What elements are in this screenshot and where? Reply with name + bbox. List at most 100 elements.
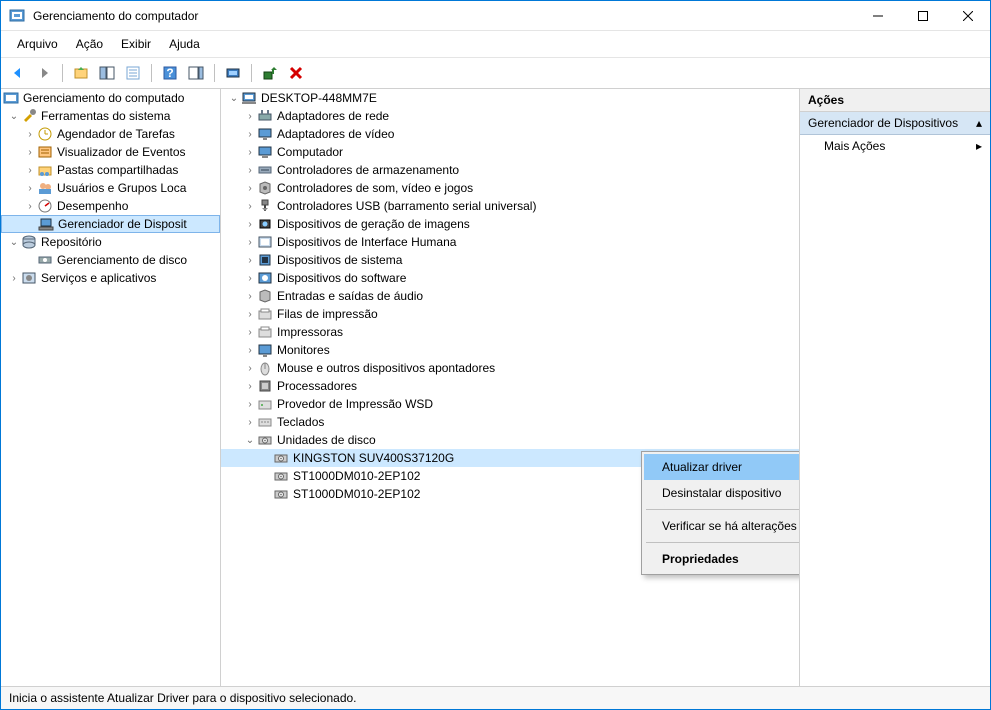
actions-section-label: Gerenciador de Dispositivos (808, 116, 958, 130)
chevron-right-icon[interactable]: › (243, 417, 257, 428)
device-category[interactable]: ›Computador (221, 143, 799, 161)
properties-button[interactable] (122, 62, 144, 84)
maximize-button[interactable] (900, 1, 945, 30)
chevron-right-icon[interactable]: › (243, 327, 257, 338)
device-category[interactable]: › Impressoras (221, 323, 799, 341)
device-category[interactable]: ›Adaptadores de rede (221, 107, 799, 125)
tree-performance[interactable]: › Desempenho (1, 197, 220, 215)
device-category-label: Impressoras (277, 325, 343, 339)
device-category[interactable]: ›Controladores de som, vídeo e jogos (221, 179, 799, 197)
ctx-uninstall-device[interactable]: Desinstalar dispositivo (644, 480, 800, 506)
device-category[interactable]: ›Dispositivos de Interface Humana (221, 233, 799, 251)
device-category[interactable]: ›Teclados (221, 413, 799, 431)
disk-icon (273, 468, 289, 484)
minimize-button[interactable] (855, 1, 900, 30)
eventviewer-icon (37, 144, 53, 160)
tree-device-manager[interactable]: Gerenciador de Disposit (1, 215, 220, 233)
device-category[interactable]: ›Filas de impressão (221, 305, 799, 323)
tree-root[interactable]: Gerenciamento do computado (1, 89, 220, 107)
scan-hardware-button[interactable] (222, 62, 244, 84)
help-button[interactable]: ? (159, 62, 181, 84)
tree-system-tools[interactable]: ⌄ Ferramentas do sistema (1, 107, 220, 125)
device-category-label: Adaptadores de vídeo (277, 127, 394, 141)
tree-users-groups[interactable]: › Usuários e Grupos Loca (1, 179, 220, 197)
ctx-properties[interactable]: Propriedades (644, 546, 800, 572)
chevron-right-icon[interactable]: › (243, 291, 257, 302)
tree-disk-management[interactable]: Gerenciamento de disco (1, 251, 220, 269)
tree-services-apps[interactable]: › Serviços e aplicativos (1, 269, 220, 287)
collapse-icon[interactable]: ▴ (976, 116, 982, 130)
update-driver-button[interactable] (259, 62, 281, 84)
tree-storage[interactable]: ⌄ Repositório (1, 233, 220, 251)
up-button[interactable] (70, 62, 92, 84)
chevron-right-icon[interactable]: › (243, 147, 257, 158)
device-category[interactable]: › Mouse e outros dispositivos apontadores (221, 359, 799, 377)
tree-eventviewer[interactable]: › Visualizador de Eventos (1, 143, 220, 161)
chevron-right-icon[interactable]: › (243, 345, 257, 356)
actions-section[interactable]: Gerenciador de Dispositivos ▴ (800, 112, 990, 135)
menu-file[interactable]: Arquivo (9, 35, 66, 53)
tree-system-tools-label: Ferramentas do sistema (41, 109, 170, 123)
category-icon (257, 162, 273, 178)
chevron-down-icon[interactable]: ⌄ (7, 237, 21, 248)
disk-icon (273, 450, 289, 466)
tree-shared-folders[interactable]: › Pastas compartilhadas (1, 161, 220, 179)
device-category[interactable]: ›Dispositivos de geração de imagens (221, 215, 799, 233)
chevron-right-icon[interactable]: › (23, 165, 37, 176)
chevron-right-icon[interactable]: › (243, 309, 257, 320)
category-icon (257, 108, 273, 124)
device-category[interactable]: ›Controladores USB (barramento serial un… (221, 197, 799, 215)
chevron-right-icon[interactable]: › (243, 381, 257, 392)
chevron-right-icon[interactable]: › (243, 183, 257, 194)
close-button[interactable] (945, 1, 990, 30)
device-category[interactable]: ›Monitores (221, 341, 799, 359)
back-button[interactable] (7, 62, 29, 84)
device-category[interactable]: ›Provedor de Impressão WSD (221, 395, 799, 413)
ctx-update-driver[interactable]: Atualizar driver (644, 454, 800, 480)
device-root[interactable]: ⌄DESKTOP-448MM7E (221, 89, 799, 107)
device-category-disks[interactable]: ⌄Unidades de disco (221, 431, 799, 449)
category-icon (257, 252, 273, 268)
chevron-right-icon[interactable]: › (243, 399, 257, 410)
actions-more[interactable]: Mais Ações ▸ (800, 135, 990, 157)
device-category[interactable]: ›Processadores (221, 377, 799, 395)
device-tree-pane[interactable]: ⌄DESKTOP-448MM7E›Adaptadores de rede›Ada… (221, 89, 800, 686)
ctx-scan-hardware[interactable]: Verificar se há alterações de hardware (644, 513, 800, 539)
chevron-right-icon[interactable]: › (243, 363, 257, 374)
device-category[interactable]: ›Entradas e saídas de áudio (221, 287, 799, 305)
show-hide-action-pane-button[interactable] (185, 62, 207, 84)
menu-action[interactable]: Ação (68, 35, 111, 53)
storage-icon (21, 234, 37, 250)
chevron-down-icon[interactable]: ⌄ (7, 111, 21, 122)
tree-scheduler[interactable]: › Agendador de Tarefas (1, 125, 220, 143)
chevron-right-icon[interactable]: › (23, 201, 37, 212)
tree-devmgr-label: Gerenciador de Disposit (58, 217, 187, 231)
chevron-down-icon[interactable]: ⌄ (227, 93, 241, 104)
chevron-right-icon[interactable]: › (7, 273, 21, 284)
chevron-right-icon[interactable]: › (243, 129, 257, 140)
chevron-right-icon[interactable]: › (243, 201, 257, 212)
tree-shared-label: Pastas compartilhadas (57, 163, 178, 177)
category-icon (257, 126, 273, 142)
chevron-right-icon[interactable]: › (23, 183, 37, 194)
chevron-down-icon[interactable]: ⌄ (243, 435, 257, 446)
chevron-right-icon[interactable]: › (243, 165, 257, 176)
forward-button[interactable] (33, 62, 55, 84)
device-category[interactable]: ›Controladores de armazenamento (221, 161, 799, 179)
uninstall-button[interactable] (285, 62, 307, 84)
device-category[interactable]: ›Dispositivos de sistema (221, 251, 799, 269)
menu-help[interactable]: Ajuda (161, 35, 208, 53)
chevron-right-icon[interactable]: › (23, 129, 37, 140)
chevron-right-icon[interactable]: › (243, 255, 257, 266)
chevron-right-icon[interactable]: › (243, 237, 257, 248)
menu-view[interactable]: Exibir (113, 35, 159, 53)
device-category[interactable]: ›Dispositivos do software (221, 269, 799, 287)
show-hide-tree-button[interactable] (96, 62, 118, 84)
device-category[interactable]: › Adaptadores de vídeo (221, 125, 799, 143)
device-category-label: Mouse e outros dispositivos apontadores (277, 361, 495, 375)
console-tree-pane[interactable]: Gerenciamento do computado ⌄ Ferramentas… (1, 89, 221, 686)
chevron-right-icon[interactable]: › (243, 219, 257, 230)
chevron-right-icon[interactable]: › (23, 147, 37, 158)
chevron-right-icon[interactable]: › (243, 273, 257, 284)
chevron-right-icon[interactable]: › (243, 111, 257, 122)
